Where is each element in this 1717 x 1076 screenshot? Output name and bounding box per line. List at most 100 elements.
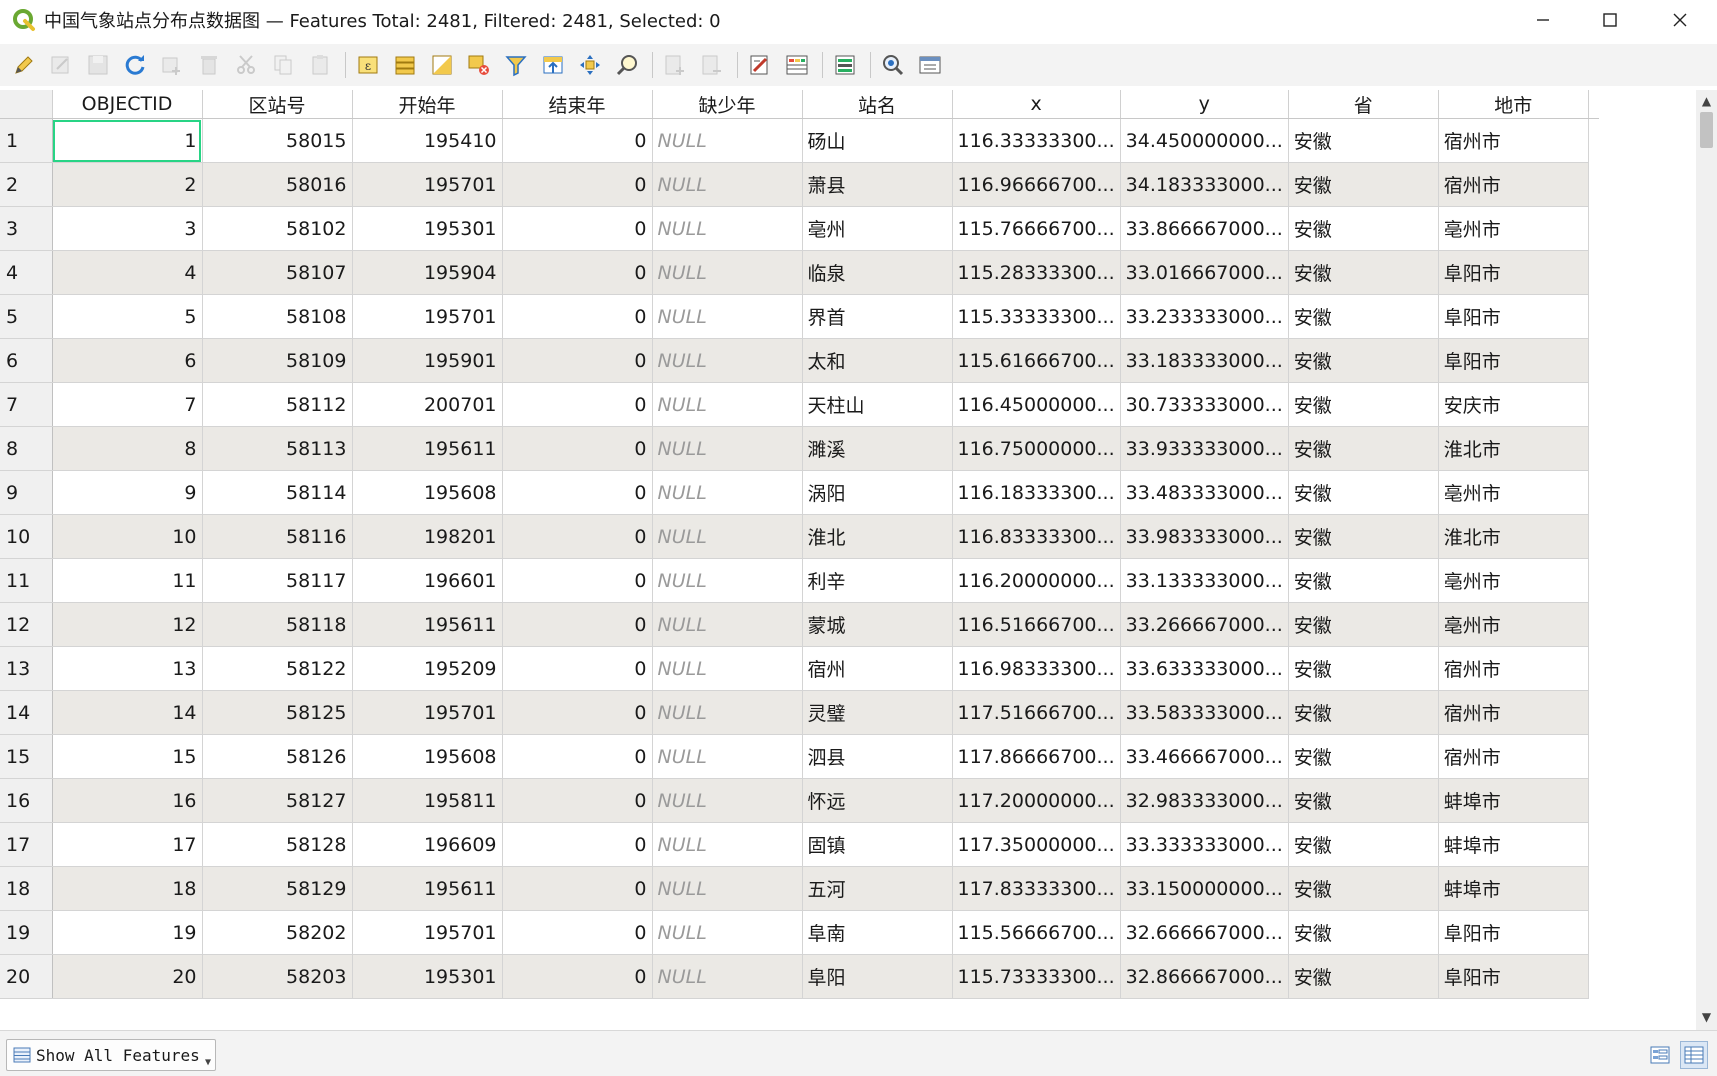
scroll-down-arrow-icon[interactable]: ▼ xyxy=(1699,1010,1714,1024)
table-cell[interactable]: 32.983333000... xyxy=(1120,778,1289,823)
table-cell[interactable]: NULL xyxy=(652,602,803,647)
row-header[interactable]: 9 xyxy=(0,470,53,515)
table-cell[interactable]: 33.183333000... xyxy=(1120,338,1289,383)
table-cell[interactable]: 33.016667000... xyxy=(1120,250,1289,295)
table-cell[interactable]: 58112 xyxy=(202,382,353,427)
table-cell[interactable]: 0 xyxy=(502,910,653,955)
table-cell[interactable]: 58114 xyxy=(202,470,353,515)
table-cell[interactable]: 亳州市 xyxy=(1438,470,1589,515)
select-all-button[interactable] xyxy=(391,51,419,79)
table-cell[interactable]: 0 xyxy=(502,778,653,823)
table-cell[interactable]: 宿州市 xyxy=(1438,646,1589,691)
table-cell[interactable]: 195611 xyxy=(352,602,503,647)
table-cell[interactable]: 10 xyxy=(52,514,203,559)
table-cell[interactable]: 34.450000000... xyxy=(1120,118,1289,163)
actions-button[interactable] xyxy=(879,51,907,79)
table-row[interactable]: 2 2 58016 195701 0 NULL 萧县 116.96666700... 34.18… xyxy=(0,162,1599,207)
column-header[interactable]: 开始年 xyxy=(352,90,503,119)
table-cell[interactable]: 117.86666700... xyxy=(952,734,1121,779)
table-cell[interactable]: 0 xyxy=(502,382,653,427)
column-header[interactable]: 结束年 xyxy=(502,90,653,119)
table-cell[interactable]: 安徽 xyxy=(1288,162,1439,207)
table-cell[interactable]: 泗县 xyxy=(802,734,953,779)
table-cell[interactable]: 200701 xyxy=(352,382,503,427)
toggle-editing-button[interactable] xyxy=(10,51,38,79)
table-cell[interactable]: NULL xyxy=(652,426,803,471)
table-cell[interactable]: 安徽 xyxy=(1288,602,1439,647)
save-edits-button[interactable] xyxy=(84,51,112,79)
table-cell[interactable]: 198201 xyxy=(352,514,503,559)
table-cell[interactable]: 亳州市 xyxy=(1438,602,1589,647)
table-cell[interactable]: 13 xyxy=(52,646,203,691)
scroll-up-arrow-icon[interactable]: ▲ xyxy=(1699,94,1714,108)
table-cell[interactable]: 33.333333000... xyxy=(1120,822,1289,867)
table-cell[interactable]: 195611 xyxy=(352,866,503,911)
filter-select-button[interactable] xyxy=(502,51,530,79)
table-row[interactable]: 11 11 58117 196601 0 NULL 利辛 116.20000000... 33.… xyxy=(0,558,1599,603)
table-cell[interactable]: 阜阳市 xyxy=(1438,338,1589,383)
table-cell[interactable]: 58125 xyxy=(202,690,353,735)
table-cell[interactable]: 12 xyxy=(52,602,203,647)
feature-filter-dropdown[interactable]: Show All Features ▼ xyxy=(6,1039,216,1071)
table-cell[interactable]: 33.983333000... xyxy=(1120,514,1289,559)
table-cell[interactable]: 117.35000000... xyxy=(952,822,1121,867)
table-cell[interactable]: 195904 xyxy=(352,250,503,295)
table-cell[interactable]: 砀山 xyxy=(802,118,953,163)
table-cell[interactable]: 阜南 xyxy=(802,910,953,955)
table-cell[interactable]: 5 xyxy=(52,294,203,339)
table-cell[interactable]: 115.56666700... xyxy=(952,910,1121,955)
table-cell[interactable]: 33.483333000... xyxy=(1120,470,1289,515)
reload-table-button[interactable] xyxy=(121,51,149,79)
table-cell[interactable]: NULL xyxy=(652,294,803,339)
row-header[interactable]: 10 xyxy=(0,514,53,559)
column-header[interactable]: 区站号 xyxy=(202,90,353,119)
table-cell[interactable]: 195608 xyxy=(352,734,503,779)
table-row[interactable]: 4 4 58107 195904 0 NULL 临泉 115.28333300... 33.01… xyxy=(0,250,1599,295)
table-cell[interactable]: 五河 xyxy=(802,866,953,911)
row-header[interactable]: 15 xyxy=(0,734,53,779)
row-header[interactable]: 19 xyxy=(0,910,53,955)
row-header[interactable]: 4 xyxy=(0,250,53,295)
table-cell[interactable]: NULL xyxy=(652,558,803,603)
table-row[interactable]: 10 10 58116 198201 0 NULL 淮北 116.83333300... 33.… xyxy=(0,514,1599,559)
table-cell[interactable]: 58016 xyxy=(202,162,353,207)
move-selection-to-top-button[interactable] xyxy=(539,51,567,79)
table-row[interactable]: 6 6 58109 195901 0 NULL 太和 115.61666700... 33.18… xyxy=(0,338,1599,383)
table-cell[interactable]: 宿州市 xyxy=(1438,162,1589,207)
table-cell[interactable]: 195301 xyxy=(352,954,503,999)
table-cell[interactable]: 116.18333300... xyxy=(952,470,1121,515)
table-cell[interactable]: 33.150000000... xyxy=(1120,866,1289,911)
row-header[interactable]: 6 xyxy=(0,338,53,383)
table-cell[interactable]: NULL xyxy=(652,954,803,999)
table-cell[interactable]: 安徽 xyxy=(1288,470,1439,515)
table-cell[interactable]: 33.466667000... xyxy=(1120,734,1289,779)
table-cell[interactable]: 淮北市 xyxy=(1438,514,1589,559)
table-cell[interactable]: 116.51666700... xyxy=(952,602,1121,647)
table-cell[interactable]: 0 xyxy=(502,162,653,207)
table-cell[interactable]: NULL xyxy=(652,778,803,823)
row-header[interactable]: 12 xyxy=(0,602,53,647)
table-cell[interactable]: 33.233333000... xyxy=(1120,294,1289,339)
table-cell[interactable]: 淮北 xyxy=(802,514,953,559)
table-cell[interactable]: 安徽 xyxy=(1288,778,1439,823)
table-cell[interactable]: NULL xyxy=(652,162,803,207)
table-cell[interactable]: 阜阳 xyxy=(802,954,953,999)
table-cell[interactable]: 2 xyxy=(52,162,203,207)
row-header[interactable]: 16 xyxy=(0,778,53,823)
table-cell[interactable]: 界首 xyxy=(802,294,953,339)
table-cell[interactable]: 195608 xyxy=(352,470,503,515)
table-cell[interactable]: 安徽 xyxy=(1288,338,1439,383)
table-cell[interactable]: 6 xyxy=(52,338,203,383)
table-cell[interactable]: 58109 xyxy=(202,338,353,383)
table-cell[interactable]: 安徽 xyxy=(1288,382,1439,427)
table-cell[interactable]: 0 xyxy=(502,514,653,559)
table-cell[interactable]: 濉溪 xyxy=(802,426,953,471)
table-cell[interactable]: 20 xyxy=(52,954,203,999)
column-header[interactable]: OBJECTID xyxy=(52,90,203,119)
row-header[interactable]: 1 xyxy=(0,118,53,163)
column-header[interactable]: x xyxy=(952,90,1121,119)
row-header[interactable]: 14 xyxy=(0,690,53,735)
table-cell[interactable]: 58117 xyxy=(202,558,353,603)
table-cell[interactable]: 58102 xyxy=(202,206,353,251)
table-row[interactable]: 17 17 58128 196609 0 NULL 固镇 117.35000000... 33.… xyxy=(0,822,1599,867)
